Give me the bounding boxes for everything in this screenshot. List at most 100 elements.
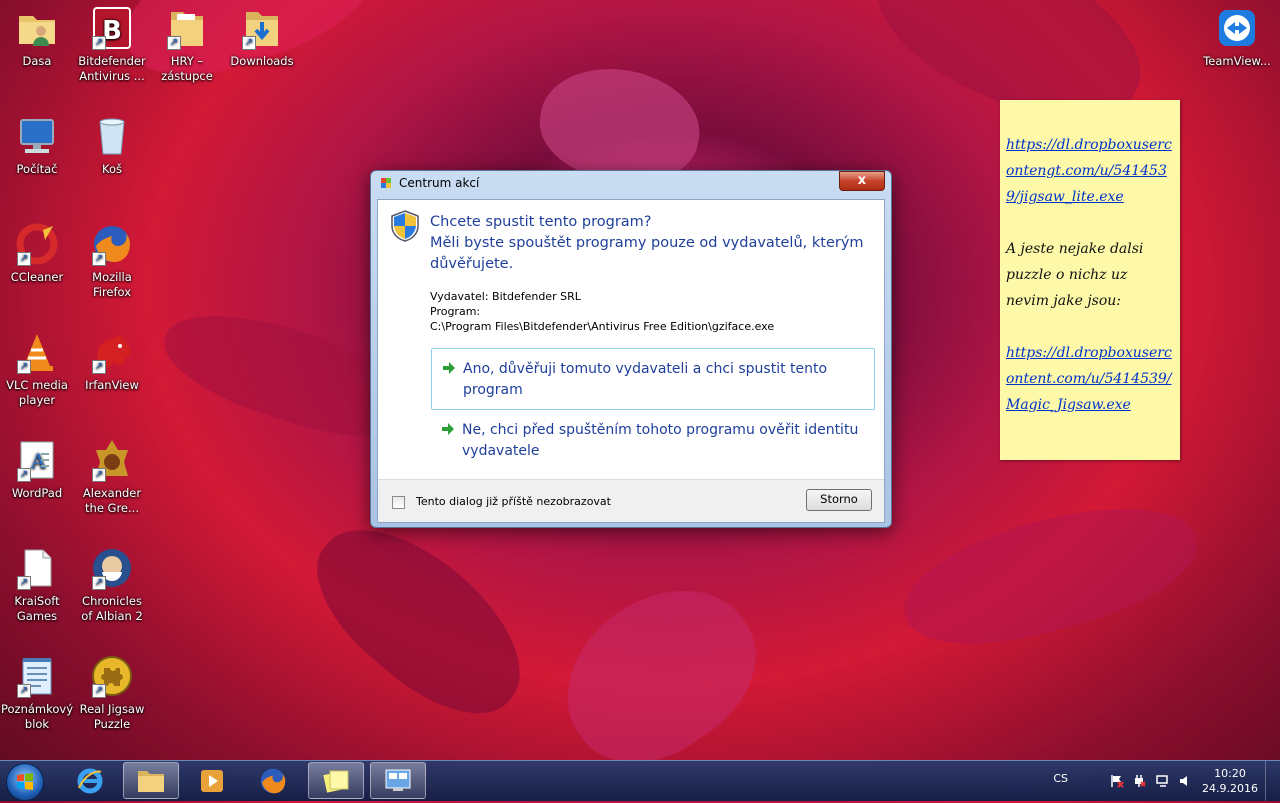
desktop-icon-label: Real Jigsaw Puzzle — [79, 702, 145, 731]
desktop-icon-downloads[interactable]: ↗ Downloads — [225, 6, 299, 69]
media-player-icon — [201, 769, 223, 792]
taskbar: CS 10:20 24.9.2016 — [0, 760, 1280, 801]
shortcut-arrow-icon: ↗ — [92, 360, 106, 374]
teamviewer-icon — [1215, 6, 1259, 50]
option-no-verify[interactable]: Ne, chci před spuštěním tohoto programu … — [431, 410, 875, 472]
sticky-note[interactable]: https://dl.dropboxusercontengt.com/u/541… — [1000, 100, 1180, 460]
program-path: C:\Program Files\Bitdefender\Antivirus F… — [430, 320, 775, 333]
desktop-icon-poznamkovy[interactable]: ↗ Poznámkový blok — [0, 654, 74, 732]
desktop-icon-pocitac[interactable]: Počítač — [0, 114, 74, 177]
shortcut-arrow-icon: ↗ — [242, 36, 256, 50]
folder-icon — [138, 770, 164, 792]
note-link-magic-jigsaw[interactable]: https://dl.dropboxusercontent.com/u/5414… — [1006, 345, 1172, 413]
dont-show-label: Tento dialog již příště nezobrazovat — [416, 495, 611, 508]
taskbar-explorer[interactable] — [123, 762, 179, 799]
taskbar-firefox[interactable] — [245, 762, 301, 799]
jigsaw-puzzle-icon: ↗ — [90, 654, 134, 698]
option-no-label: Ne, chci před spuštěním tohoto programu … — [462, 422, 859, 459]
flag-alert-icon[interactable] — [1110, 774, 1124, 788]
green-arrow-icon — [443, 362, 455, 374]
shortcut-arrow-icon: ↗ — [17, 360, 31, 374]
taskbar-internet-explorer[interactable] — [62, 762, 118, 799]
question-heading: Chcete spustit tento program? — [430, 214, 652, 230]
desktop-icon-hry[interactable]: ↗ HRY – zástupce — [150, 6, 224, 84]
desktop-icon-label: VLC media player — [6, 378, 68, 407]
question-subtitle: Měli byste spouštět programy pouze od vy… — [430, 235, 864, 272]
dialog-body: Chcete spustit tento program? Měli byste… — [377, 199, 885, 523]
desktop-icon-label: HRY – zástupce — [161, 54, 213, 83]
desktop-icon-kraisoft[interactable]: ↗ KraiSoft Games — [0, 546, 74, 624]
firefox-icon: ↗ — [90, 222, 134, 266]
show-desktop-button[interactable] — [1265, 761, 1280, 801]
program-details: Vydavatel: Bitdefender SRL Program: C:\P… — [430, 289, 774, 334]
language-indicator[interactable]: CS — [1053, 772, 1068, 785]
dont-show-checkbox[interactable] — [392, 496, 405, 509]
clock-time: 10:20 — [1214, 767, 1246, 780]
network-icon[interactable] — [1156, 774, 1170, 788]
taskbar-media-center[interactable] — [184, 762, 240, 799]
desktop-icon-vlc[interactable]: ↗ VLC media player — [0, 330, 74, 408]
desktop-icon-label: Poznámkový blok — [0, 702, 74, 731]
desktop-icon-dasa[interactable]: Dasa — [0, 6, 74, 69]
albian-game-icon: ↗ — [90, 546, 134, 590]
shortcut-arrow-icon: ↗ — [92, 576, 106, 590]
shortcut-arrow-icon: ↗ — [17, 468, 31, 482]
desktop-icon-alexander[interactable]: ↗ Alexander the Gre... — [75, 438, 149, 516]
desktop-icon-label: KraiSoft Games — [14, 594, 60, 623]
volume-icon[interactable] — [1178, 774, 1192, 788]
downloads-folder-icon: ↗ — [240, 6, 284, 50]
desktop-icon-teamviewer[interactable]: TeamView... — [1200, 6, 1274, 69]
action-center-icon — [385, 769, 411, 791]
desktop-icon-wordpad[interactable]: A ↗ WordPad — [0, 438, 74, 501]
option-yes-run[interactable]: Ano, důvěřuji tomuto vydavateli a chci s… — [431, 348, 875, 410]
sticky-notes-icon — [323, 770, 349, 793]
ccleaner-icon: ↗ — [15, 222, 59, 266]
desktop-icon-label: Mozilla Firefox — [92, 270, 132, 299]
program-label: Program: — [430, 305, 481, 318]
green-arrow-icon — [442, 423, 454, 435]
notepad-icon: ↗ — [15, 654, 59, 698]
desktop-icon-label: Počítač — [16, 162, 58, 176]
publisher-text: Vydavatel: Bitdefender SRL — [430, 290, 581, 303]
desktop-icon-label: Bitdefender Antivirus ... — [78, 54, 146, 83]
bitdefender-icon: B ↗ — [90, 6, 134, 50]
start-button[interactable] — [6, 763, 44, 801]
close-button[interactable]: x — [839, 171, 885, 191]
internet-explorer-icon — [77, 768, 103, 793]
desktop-icon-label: Dasa — [22, 54, 52, 68]
folder-icon: ↗ — [165, 6, 209, 50]
desktop-icon-albian[interactable]: ↗ Chronicles of Albian 2 — [75, 546, 149, 624]
desktop-icon-label: TeamView... — [1203, 54, 1271, 68]
shortcut-arrow-icon: ↗ — [17, 252, 31, 266]
desktop-icon-label: CCleaner — [10, 270, 64, 284]
desktop-icon-ccleaner[interactable]: ↗ CCleaner — [0, 222, 74, 285]
shortcut-arrow-icon: ↗ — [167, 36, 181, 50]
cancel-button[interactable]: Storno — [806, 489, 872, 511]
taskbar-sticky-notes[interactable] — [308, 762, 364, 799]
power-plug-icon[interactable] — [1132, 774, 1146, 788]
flag-icon — [381, 178, 391, 188]
dialog-footer: Tento dialog již příště nezobrazovat Sto… — [378, 479, 884, 522]
wordpad-icon: A ↗ — [15, 438, 59, 482]
clock[interactable]: 10:20 24.9.2016 — [1202, 766, 1258, 796]
irfanview-icon: ↗ — [90, 330, 134, 374]
dialog-titlebar: Centrum akcí — [379, 176, 479, 190]
desktop-icon-firefox[interactable]: ↗ Mozilla Firefox — [75, 222, 149, 300]
shortcut-arrow-icon: ↗ — [17, 684, 31, 698]
action-center-dialog: Centrum akcí x Chcete spustit tento prog… — [370, 170, 892, 528]
desktop-icon-irfanview[interactable]: ↗ IrfanView — [75, 330, 149, 393]
option-yes-label: Ano, důvěřuji tomuto vydavateli a chci s… — [463, 361, 828, 398]
clock-date: 24.9.2016 — [1202, 782, 1258, 795]
desktop-icon-label: WordPad — [11, 486, 63, 500]
note-link-jigsaw-lite[interactable]: https://dl.dropboxusercontengt.com/u/541… — [1006, 137, 1172, 205]
uac-shield-icon — [391, 210, 419, 242]
computer-icon — [15, 114, 59, 158]
desktop-icon-jigsaw[interactable]: ↗ Real Jigsaw Puzzle — [75, 654, 149, 732]
desktop-icon-kos[interactable]: Koš — [75, 114, 149, 177]
desktop-icon-label: IrfanView — [85, 378, 139, 392]
desktop-icon-bitdefender[interactable]: B ↗ Bitdefender Antivirus ... — [75, 6, 149, 84]
desktop-icon-label: Koš — [102, 162, 122, 176]
taskbar-action-center[interactable] — [370, 762, 426, 799]
desktop-icon-label: Downloads — [230, 54, 294, 68]
shortcut-arrow-icon: ↗ — [17, 576, 31, 590]
